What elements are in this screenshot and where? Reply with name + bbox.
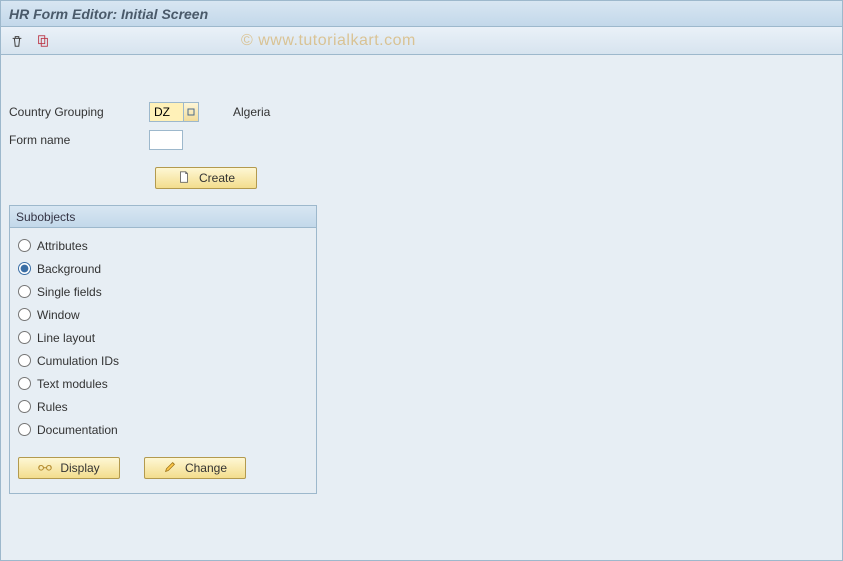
- watermark: © www.tutorialkart.com: [241, 32, 416, 50]
- radio-cumulation-ids[interactable]: [18, 354, 31, 367]
- create-button[interactable]: Create: [155, 167, 257, 189]
- glasses-icon: [38, 460, 52, 477]
- f4-help-icon[interactable]: [183, 102, 199, 122]
- form-name-row: Form name: [9, 127, 842, 153]
- copy-icon[interactable]: [33, 31, 53, 51]
- radio-line-layout[interactable]: [18, 331, 31, 344]
- subobject-item-cumulation-ids[interactable]: Cumulation IDs: [18, 349, 308, 372]
- radio-label[interactable]: Single fields: [37, 285, 102, 299]
- radio-label[interactable]: Rules: [37, 400, 68, 414]
- radio-documentation[interactable]: [18, 423, 31, 436]
- radio-attributes[interactable]: [18, 239, 31, 252]
- subobjects-body: Attributes Background Single fields Wind…: [10, 228, 316, 493]
- country-grouping-label: Country Grouping: [9, 105, 149, 119]
- radio-label[interactable]: Cumulation IDs: [37, 354, 119, 368]
- subobject-item-attributes[interactable]: Attributes: [18, 234, 308, 257]
- radio-label[interactable]: Attributes: [37, 239, 88, 253]
- radio-rules[interactable]: [18, 400, 31, 413]
- subobjects-panel: Subobjects Attributes Background Single …: [9, 205, 317, 494]
- form-name-label: Form name: [9, 133, 149, 147]
- change-button-label: Change: [185, 461, 227, 475]
- create-button-label: Create: [199, 171, 235, 185]
- radio-background[interactable]: [18, 262, 31, 275]
- change-button[interactable]: Change: [144, 457, 246, 479]
- subobjects-header: Subobjects: [10, 206, 316, 228]
- pencil-icon: [163, 460, 177, 477]
- radio-label[interactable]: Window: [37, 308, 80, 322]
- window-titlebar: HR Form Editor: Initial Screen: [1, 1, 842, 27]
- radio-text-modules[interactable]: [18, 377, 31, 390]
- document-icon: [177, 170, 191, 187]
- country-grouping-row: Country Grouping Algeria: [9, 99, 842, 125]
- display-button[interactable]: Display: [18, 457, 120, 479]
- display-button-label: Display: [60, 461, 99, 475]
- subobject-item-line-layout[interactable]: Line layout: [18, 326, 308, 349]
- subobject-item-documentation[interactable]: Documentation: [18, 418, 308, 441]
- radio-single-fields[interactable]: [18, 285, 31, 298]
- radio-label[interactable]: Documentation: [37, 423, 118, 437]
- subobject-item-text-modules[interactable]: Text modules: [18, 372, 308, 395]
- country-grouping-input[interactable]: [149, 102, 183, 122]
- subobject-item-single-fields[interactable]: Single fields: [18, 280, 308, 303]
- form-name-input[interactable]: [149, 130, 183, 150]
- subobject-item-window[interactable]: Window: [18, 303, 308, 326]
- main-content: Country Grouping Algeria Form name Creat…: [1, 55, 842, 494]
- radio-label[interactable]: Text modules: [37, 377, 108, 391]
- trash-icon[interactable]: [7, 31, 27, 51]
- toolbar: © www.tutorialkart.com: [1, 27, 842, 55]
- radio-label[interactable]: Background: [37, 262, 101, 276]
- radio-label[interactable]: Line layout: [37, 331, 95, 345]
- country-grouping-desc: Algeria: [233, 105, 270, 119]
- radio-window[interactable]: [18, 308, 31, 321]
- window-title: HR Form Editor: Initial Screen: [9, 6, 208, 22]
- subobject-item-background[interactable]: Background: [18, 257, 308, 280]
- subobject-item-rules[interactable]: Rules: [18, 395, 308, 418]
